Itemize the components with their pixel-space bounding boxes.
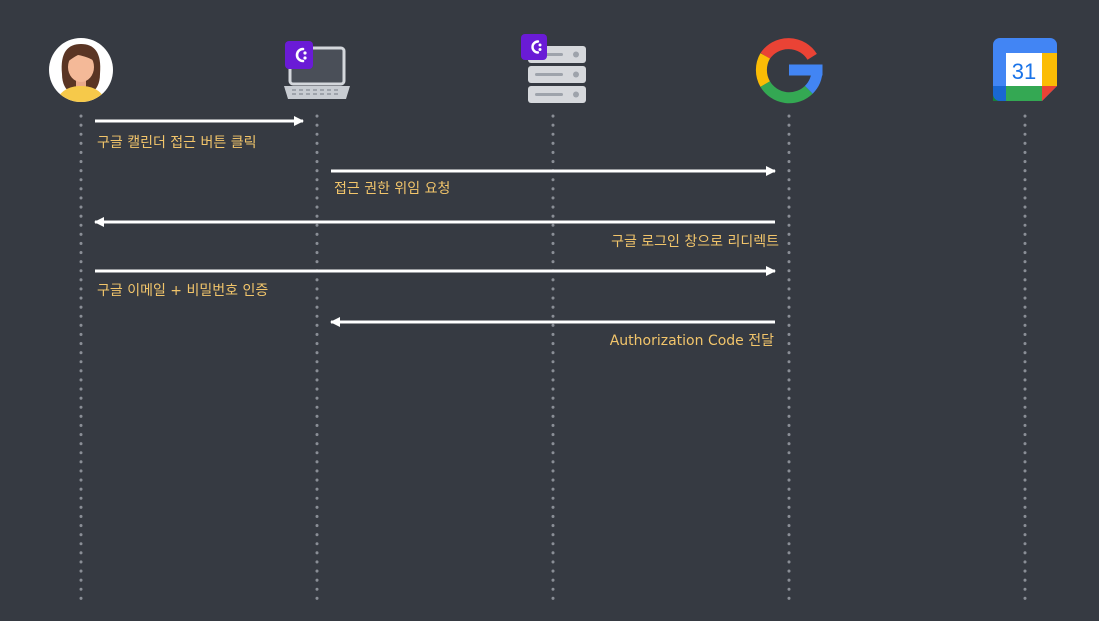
calendar-day-number: 31 bbox=[1012, 59, 1036, 84]
message-label-2: 접근 권한 위임 요청 bbox=[334, 181, 451, 197]
sequence-diagram: 31 bbox=[49, 34, 1057, 606]
user-avatar-icon bbox=[49, 38, 113, 102]
google-logo-icon bbox=[755, 38, 823, 104]
message-label-5: Authorization Code 전달 bbox=[609, 333, 774, 349]
message-label-1: 구글 캘린더 접근 버튼 클릭 bbox=[97, 135, 257, 151]
message-label-4: 구글 이메일 + 비밀번호 인증 bbox=[97, 283, 269, 299]
brand-logo-icon bbox=[285, 41, 313, 69]
lifelines bbox=[79, 114, 1027, 606]
google-calendar-icon: 31 bbox=[993, 38, 1057, 101]
message-label-3: 구글 로그인 창으로 리디렉트 bbox=[611, 234, 779, 250]
brand-logo-icon bbox=[521, 34, 547, 60]
